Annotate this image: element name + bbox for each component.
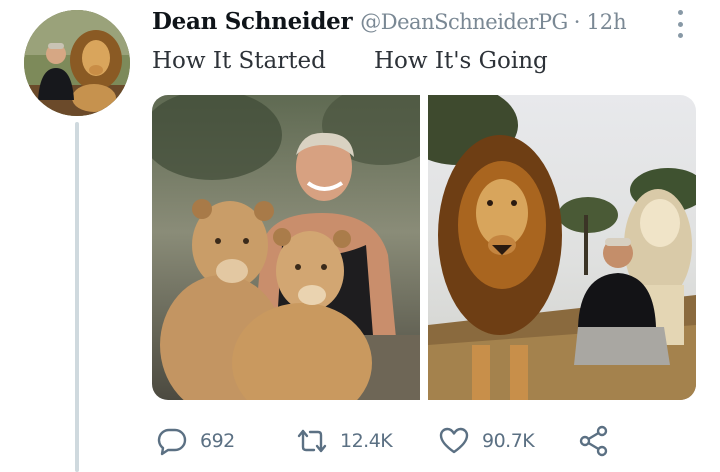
tweet-header: Dean Schneider @DeanSchneiderPG · 12h	[152, 8, 627, 44]
photo-how-its-going[interactable]	[428, 95, 696, 400]
timestamp[interactable]: 12h	[586, 10, 626, 34]
avatar[interactable]	[24, 10, 130, 116]
photo-how-it-started[interactable]	[152, 95, 420, 400]
speech-bubble-icon	[157, 428, 187, 456]
heart-icon	[439, 427, 469, 454]
action-bar: 692 12.4K 90.7K	[156, 424, 626, 458]
header-separator: ·	[573, 10, 581, 34]
thread-line	[75, 122, 79, 472]
like-button[interactable]: 90.7K	[438, 424, 535, 458]
reply-count: 692	[200, 430, 235, 452]
retweet-button[interactable]: 12.4K	[296, 424, 393, 458]
avatar-photo	[24, 10, 130, 116]
tweet-card[interactable]: Dean Schneider @DeanSchneiderPG · 12h Ho…	[0, 0, 720, 472]
tweet-text-right: How It's Going	[374, 48, 548, 74]
like-count: 90.7K	[482, 430, 535, 452]
media-grid	[152, 95, 696, 400]
author-handle[interactable]: @DeanSchneiderPG	[360, 10, 568, 34]
more-vertical-icon[interactable]	[672, 10, 688, 38]
share-button[interactable]	[578, 424, 610, 458]
reply-button[interactable]: 692	[156, 424, 235, 458]
retweet-count: 12.4K	[340, 430, 393, 452]
retweet-icon	[297, 429, 327, 453]
tweet-text-left: How It Started	[152, 48, 326, 74]
author-name[interactable]: Dean Schneider	[152, 8, 353, 35]
share-icon	[579, 425, 608, 457]
